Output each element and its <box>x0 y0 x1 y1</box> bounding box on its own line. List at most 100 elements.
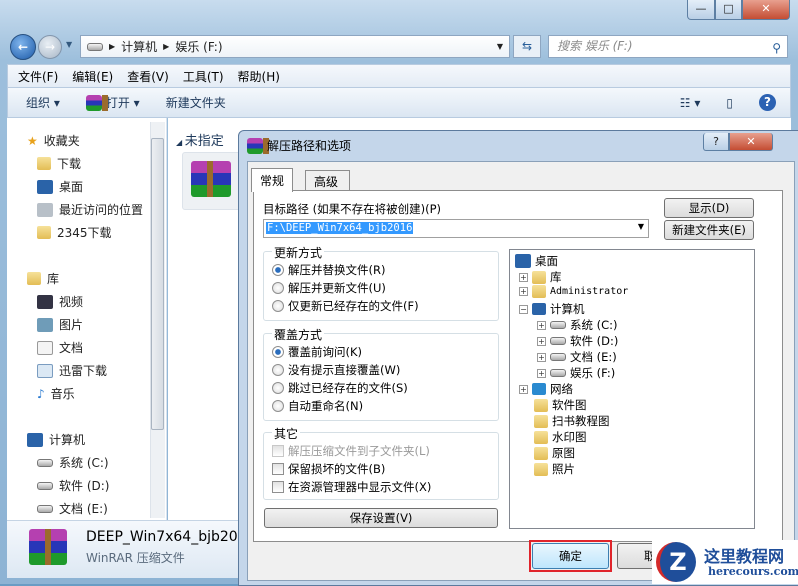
tree-drive-d[interactable]: + 软件 (D:) <box>537 333 618 349</box>
tree-folder[interactable]: 照片 <box>534 461 575 477</box>
expand-icon[interactable]: + <box>519 384 528 394</box>
tree-desktop[interactable]: 桌面 <box>515 253 558 269</box>
minimize-button[interactable]: — <box>687 0 715 20</box>
checkbox-keep-broken[interactable]: 保留损坏的文件(B) <box>272 461 385 477</box>
show-button[interactable]: 显示(D) <box>664 198 754 218</box>
expand-icon[interactable]: + <box>537 320 546 330</box>
folder-tree[interactable]: 桌面 + 库 + Administrator − 计算机 + 系统 (C:) + 软件 (… <box>509 249 755 529</box>
checkbox-icon <box>272 481 284 493</box>
tree-folder[interactable]: 原图 <box>534 445 575 461</box>
checkbox-subfolder[interactable]: 解压压缩文件到子文件夹(L) <box>272 443 430 459</box>
file-item[interactable] <box>182 152 242 210</box>
details-filetype: WinRAR 压缩文件 <box>86 551 185 565</box>
tree-folder[interactable]: 软件图 <box>534 397 587 413</box>
chevron-down-icon[interactable]: ▼ <box>638 222 644 231</box>
drive-icon <box>550 369 566 377</box>
drive-icon <box>37 504 53 513</box>
new-folder-button[interactable]: 新建文件夹 <box>166 94 226 111</box>
tree-network[interactable]: + 网络 <box>519 381 573 397</box>
address-bar[interactable]: ▶ 计算机 ▶ 娱乐 (F:) ▼ <box>80 35 510 58</box>
library-icon <box>27 272 41 285</box>
winrar-icon <box>191 161 231 197</box>
help-icon[interactable]: ? <box>759 94 776 111</box>
menu-view[interactable]: 查看(V) <box>127 68 169 85</box>
organize-button[interactable]: 组织 ▾ <box>26 94 60 111</box>
star-icon: ★ <box>27 133 38 148</box>
expand-icon[interactable]: + <box>537 352 546 362</box>
nav-drive-e[interactable]: 文档 (E:) <box>37 500 108 517</box>
group-header[interactable]: ◢ 未指定 <box>176 130 224 149</box>
radio-rename[interactable]: 自动重命名(N) <box>272 398 363 414</box>
menu-file[interactable]: 文件(F) <box>18 68 58 85</box>
save-settings-button[interactable]: 保存设置(V) <box>264 508 498 528</box>
tree-computer[interactable]: − 计算机 <box>519 301 585 317</box>
breadcrumb-drive[interactable]: 娱乐 (F:) <box>175 38 222 55</box>
menu-tools[interactable]: 工具(T) <box>183 68 224 85</box>
folder-icon <box>534 462 548 476</box>
search-input[interactable]: 搜索 娱乐 (F:) ⚲ <box>548 35 788 58</box>
scrollbar-thumb[interactable] <box>151 138 164 430</box>
open-button[interactable]: 打开 ▾ <box>85 94 140 111</box>
extract-dialog: 解压路径和选项 ? ✕ 常规 高级 目标路径 (如果不存在将被创建)(P) F:… <box>238 130 798 586</box>
nav-computer[interactable]: 计算机 <box>27 431 85 448</box>
radio-skip[interactable]: 跳过已经存在的文件(S) <box>272 380 408 396</box>
nav-music[interactable]: ♪ 音乐 <box>37 385 75 402</box>
ok-button[interactable]: 确定 <box>532 543 609 569</box>
nav-favorites[interactable]: ★ 收藏夹 <box>27 132 80 149</box>
preview-pane-icon[interactable]: ▯ <box>726 96 733 110</box>
tree-folder[interactable]: 水印图 <box>534 429 587 445</box>
menu-help[interactable]: 帮助(H) <box>238 68 280 85</box>
nav-documents[interactable]: 文档 <box>37 339 83 356</box>
dialog-title: 解压路径和选项 <box>267 139 352 153</box>
expand-icon[interactable]: + <box>519 287 528 296</box>
address-dropdown[interactable]: ▼ <box>497 42 503 51</box>
tree-drive-c[interactable]: + 系统 (C:) <box>537 317 618 333</box>
nav-pictures[interactable]: 图片 <box>37 316 83 333</box>
nav-drive-c[interactable]: 系统 (C:) <box>37 454 109 471</box>
tab-advanced[interactable]: 高级 <box>305 170 350 191</box>
path-input[interactable]: F:\DEEP_Win7x64_bjb2016 <box>266 222 414 234</box>
radio-replace[interactable]: 解压并替换文件(R) <box>272 262 385 278</box>
nav-downloads[interactable]: 下载 <box>37 155 81 172</box>
path-combobox[interactable]: F:\DEEP_Win7x64_bjb2016 ▼ <box>263 219 649 238</box>
nav-drive-d[interactable]: 软件 (D:) <box>37 477 109 494</box>
expand-icon[interactable]: + <box>519 272 528 282</box>
dialog-close-button[interactable]: ✕ <box>729 133 773 151</box>
breadcrumb-computer[interactable]: 计算机 <box>121 38 157 55</box>
tree-libraries[interactable]: + 库 <box>519 269 562 285</box>
nav-libraries[interactable]: 库 <box>27 270 59 287</box>
tab-general[interactable]: 常规 <box>251 168 294 192</box>
expand-icon[interactable]: + <box>537 368 546 378</box>
drive-icon <box>37 481 53 490</box>
dialog-help-button[interactable]: ? <box>703 133 729 151</box>
tree-folder[interactable]: 扫书教程图 <box>534 413 610 429</box>
radio-update[interactable]: 解压并更新文件(U) <box>272 280 386 296</box>
nav-desktop[interactable]: 桌面 <box>37 178 83 195</box>
forward-button[interactable]: → <box>38 35 62 59</box>
tree-drive-f[interactable]: + 娱乐 (F:) <box>537 365 615 381</box>
checkbox-show-in-explorer[interactable]: 在资源管理器中显示文件(X) <box>272 479 431 495</box>
refresh-button[interactable]: ⇆ <box>513 35 541 58</box>
radio-overwrite[interactable]: 没有提示直接覆盖(W) <box>272 362 400 378</box>
recent-pages-dropdown[interactable]: ▼ <box>66 40 72 49</box>
winrar-icon <box>247 138 269 154</box>
menu-edit[interactable]: 编辑(E) <box>72 68 113 85</box>
back-button[interactable]: ← <box>10 34 36 60</box>
view-options-icon[interactable]: ☷ ▾ <box>680 96 701 110</box>
tree-administrator[interactable]: + Administrator <box>519 285 628 298</box>
radio-fresh[interactable]: 仅更新已经存在的文件(F) <box>272 298 419 314</box>
collapse-icon[interactable]: − <box>519 304 528 314</box>
maximize-button[interactable]: □ <box>715 0 742 20</box>
nav-thunder[interactable]: 迅雷下载 <box>37 362 107 379</box>
group-label: 更新方式 <box>272 244 325 261</box>
close-button[interactable]: ✕ <box>742 0 790 20</box>
nav-recent[interactable]: 最近访问的位置 <box>37 201 143 218</box>
nav-2345[interactable]: 2345下载 <box>37 224 112 241</box>
expand-icon[interactable]: + <box>537 336 546 346</box>
nav-videos[interactable]: 视频 <box>37 293 83 310</box>
radio-ask[interactable]: 覆盖前询问(K) <box>272 344 362 360</box>
radio-icon <box>272 382 284 394</box>
tree-drive-e[interactable]: + 文档 (E:) <box>537 349 617 365</box>
winrar-icon <box>85 94 108 111</box>
new-folder-dialog-button[interactable]: 新建文件夹(E) <box>664 220 754 240</box>
